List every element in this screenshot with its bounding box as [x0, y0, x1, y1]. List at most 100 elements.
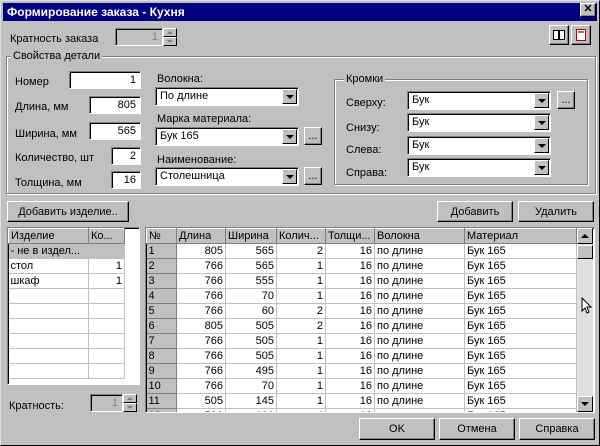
- order-multiplicity-input[interactable]: 1: [115, 28, 163, 46]
- length-input[interactable]: 805: [89, 96, 141, 114]
- grain-select[interactable]: По длине: [155, 87, 299, 106]
- part-quantity-cell: 2: [276, 243, 326, 259]
- table-row[interactable]: 8 766 505 1 16 по длине Бук 165: [146, 348, 577, 364]
- parts-header-thickness[interactable]: Толщи...: [325, 228, 375, 244]
- parts-header-quantity[interactable]: Колич...: [276, 228, 326, 244]
- multiplicity-input[interactable]: 1: [90, 394, 123, 412]
- add-product-button[interactable]: Добавить изделие..: [7, 201, 129, 222]
- help-button[interactable]: Справка: [519, 418, 595, 440]
- chevron-down-icon[interactable]: [534, 138, 549, 153]
- table-row[interactable]: 4 766 70 1 16 по длине Бук 165: [146, 288, 577, 304]
- parts-header-length[interactable]: Длина: [176, 228, 226, 244]
- products-header-product[interactable]: Изделие: [8, 228, 89, 244]
- part-quantity-cell: 1: [276, 333, 326, 349]
- material-label: Марка материала:: [157, 113, 252, 125]
- parts-header-grain[interactable]: Волокна: [374, 228, 465, 244]
- table-row[interactable]: шкаф 1: [8, 273, 125, 289]
- table-row[interactable]: [8, 318, 125, 334]
- table-row[interactable]: стол 1: [8, 258, 125, 274]
- parts-grid[interactable]: № Длина Ширина Колич... Толщи... Волокна…: [145, 227, 595, 413]
- products-grid[interactable]: Изделие Ко... - не в издел... стол 1 шка…: [7, 227, 140, 385]
- parts-header-material[interactable]: Материал: [464, 228, 577, 244]
- part-quantity-cell: 2: [276, 303, 326, 319]
- thickness-input[interactable]: 16: [111, 171, 141, 189]
- part-grain-cell: по длине: [374, 318, 465, 334]
- part-length-cell: 805: [176, 318, 226, 334]
- chevron-down-icon[interactable]: [282, 169, 297, 184]
- parts-header-number[interactable]: №: [146, 228, 177, 244]
- page-icon[interactable]: [571, 25, 591, 45]
- spin-up-icon[interactable]: [123, 394, 137, 403]
- part-properties-title: Свойства детали: [11, 50, 103, 62]
- material-select[interactable]: Бук 165: [155, 127, 299, 146]
- scroll-down-icon[interactable]: [577, 396, 593, 412]
- chevron-down-icon[interactable]: [534, 115, 549, 130]
- part-thickness-cell: 16: [325, 258, 375, 274]
- name-label: Наименование:: [157, 154, 237, 166]
- products-header-count[interactable]: Ко...: [88, 228, 125, 244]
- part-thickness-cell: 16: [325, 333, 375, 349]
- part-grain-cell: по длине: [374, 258, 465, 274]
- part-grain-cell: по длине: [374, 363, 465, 379]
- part-width-cell: 70: [225, 378, 277, 394]
- chevron-down-icon[interactable]: [282, 129, 297, 144]
- table-row[interactable]: 2 766 565 1 16 по длине Бук 165: [146, 258, 577, 274]
- book-icon[interactable]: [549, 25, 569, 45]
- table-row[interactable]: 1 805 565 2 16 по длине Бук 165: [146, 243, 577, 259]
- spin-down-icon[interactable]: [123, 403, 137, 412]
- chevron-down-icon[interactable]: [534, 160, 549, 175]
- spin-up-icon[interactable]: [163, 28, 177, 37]
- parts-scrollbar[interactable]: [577, 228, 593, 412]
- name-browse-button[interactable]: ...: [304, 167, 322, 185]
- table-row[interactable]: 9 766 495 1 16 по длине Бук 165: [146, 363, 577, 379]
- part-number-cell: 6: [146, 318, 177, 334]
- part-grain-cell: по длине: [374, 378, 465, 394]
- table-row[interactable]: [8, 363, 125, 379]
- add-button[interactable]: Добавить: [437, 201, 513, 222]
- edge-bottom-label: Снизу:: [346, 122, 380, 134]
- table-row[interactable]: 10 766 70 1 16 по длине Бук 165: [146, 378, 577, 394]
- scroll-up-icon[interactable]: [577, 228, 593, 244]
- edge-browse-button[interactable]: ...: [557, 91, 575, 109]
- chevron-down-icon[interactable]: [282, 89, 297, 104]
- table-row[interactable]: [8, 333, 125, 349]
- delete-button[interactable]: Удалить: [518, 201, 594, 222]
- edge-right-select[interactable]: Бук: [407, 158, 551, 177]
- order-multiplicity-spinner[interactable]: [163, 28, 177, 46]
- empty-cell: [88, 348, 125, 364]
- width-input[interactable]: 565: [89, 122, 141, 140]
- quantity-input[interactable]: 2: [111, 147, 141, 165]
- table-row[interactable]: 3 766 555 1 16 по длине Бук 165: [146, 273, 577, 289]
- table-row[interactable]: 12500100416по длинеБук 165: [146, 408, 577, 412]
- multiplicity-spinner[interactable]: [123, 394, 137, 412]
- cancel-button[interactable]: Отмена: [439, 418, 515, 440]
- table-row[interactable]: 7 766 505 1 16 по длине Бук 165: [146, 333, 577, 349]
- table-row[interactable]: 6 805 505 2 16 по длине Бук 165: [146, 318, 577, 334]
- edge-left-select[interactable]: Бук: [407, 136, 551, 155]
- table-row[interactable]: - не в издел...: [8, 243, 125, 259]
- empty-cell: [8, 303, 89, 319]
- table-row[interactable]: 5 766 60 2 16 по длине Бук 165: [146, 303, 577, 319]
- product-cell: стол: [8, 258, 89, 274]
- part-length-cell: 766: [176, 363, 226, 379]
- part-material-cell: Бук 165: [464, 408, 577, 412]
- edge-bottom-select[interactable]: Бук: [407, 113, 551, 132]
- close-icon[interactable]: ✕: [580, 3, 596, 17]
- table-row[interactable]: [8, 303, 125, 319]
- part-number-cell: 8: [146, 348, 177, 364]
- part-quantity-cell: 1: [276, 258, 326, 274]
- parts-header-width[interactable]: Ширина: [225, 228, 277, 244]
- table-row[interactable]: [8, 348, 125, 364]
- part-width-cell: 100: [225, 408, 277, 412]
- table-row[interactable]: [8, 288, 125, 304]
- material-browse-button[interactable]: ...: [304, 127, 322, 145]
- name-select[interactable]: Столешница: [155, 167, 299, 186]
- table-row[interactable]: 11 505 145 1 16 по длине Бук 165: [146, 393, 577, 409]
- chevron-down-icon[interactable]: [534, 93, 549, 108]
- edge-top-select[interactable]: Бук: [407, 91, 551, 110]
- part-length-cell: 505: [176, 393, 226, 409]
- spin-down-icon[interactable]: [163, 37, 177, 46]
- ok-button[interactable]: OK: [359, 418, 435, 440]
- number-input[interactable]: 1: [69, 71, 141, 89]
- scroll-thumb[interactable]: [577, 245, 593, 259]
